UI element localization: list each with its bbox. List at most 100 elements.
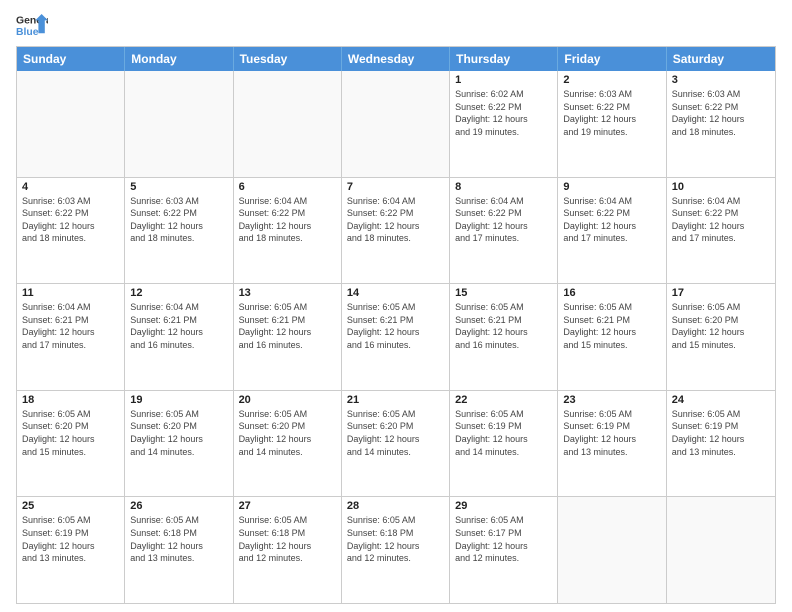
calendar-cell: 22 Sunrise: 6:05 AM Sunset: 6:19 PM Dayli…: [450, 391, 558, 497]
day-info: Sunrise: 6:05 AM Sunset: 6:20 PM Dayligh…: [672, 301, 770, 351]
calendar-cell: 2 Sunrise: 6:03 AM Sunset: 6:22 PM Daylig…: [558, 71, 666, 177]
calendar-row: 25 Sunrise: 6:05 AM Sunset: 6:19 PM Dayli…: [17, 496, 775, 603]
day-number: 26: [130, 500, 227, 512]
day-number: 14: [347, 287, 444, 299]
calendar-cell: 6Sunrise: 6:04 AM Sunset: 6:22 PM Daylig…: [234, 178, 342, 284]
calendar-cell: 1 Sunrise: 6:02 AM Sunset: 6:22 PM Daylig…: [450, 71, 558, 177]
calendar-header-cell: Monday: [125, 47, 233, 71]
day-number: 15: [455, 287, 552, 299]
day-number: 9: [563, 181, 660, 193]
day-info: Sunrise: 6:05 AM Sunset: 6:17 PM Dayligh…: [455, 514, 552, 564]
day-info: Sunrise: 6:02 AM Sunset: 6:22 PM Dayligh…: [455, 88, 552, 138]
day-info: Sunrise: 6:05 AM Sunset: 6:19 PM Dayligh…: [22, 514, 119, 564]
day-number: 20: [239, 394, 336, 406]
calendar-header-cell: Sunday: [17, 47, 125, 71]
calendar-header-cell: Tuesday: [234, 47, 342, 71]
calendar-cell: 5 Sunrise: 6:03 AM Sunset: 6:22 PM Daylig…: [125, 178, 233, 284]
calendar-cell: 8 Sunrise: 6:04 AM Sunset: 6:22 PM Daylig…: [450, 178, 558, 284]
day-info: Sunrise: 6:04 AM Sunset: 6:21 PM Dayligh…: [130, 301, 227, 351]
calendar-cell: 21 Sunrise: 6:05 AM Sunset: 6:20 PM Dayli…: [342, 391, 450, 497]
day-number: 7: [347, 181, 444, 193]
calendar-row: 18 Sunrise: 6:05 AM Sunset: 6:20 PM Dayli…: [17, 390, 775, 497]
day-info: Sunrise: 6:03 AM Sunset: 6:22 PM Dayligh…: [130, 195, 227, 245]
logo-icon: General Blue: [16, 12, 48, 40]
calendar-cell: 23 Sunrise: 6:05 AM Sunset: 6:19 PM Dayli…: [558, 391, 666, 497]
day-number: 22: [455, 394, 552, 406]
calendar-cell: 11 Sunrise: 6:04 AM Sunset: 6:21 PM Dayli…: [17, 284, 125, 390]
calendar-cell: [234, 71, 342, 177]
day-info: Sunrise: 6:05 AM Sunset: 6:19 PM Dayligh…: [563, 408, 660, 458]
day-number: 19: [130, 394, 227, 406]
calendar-cell: 7 Sunrise: 6:04 AM Sunset: 6:22 PM Daylig…: [342, 178, 450, 284]
calendar-cell: 3 Sunrise: 6:03 AM Sunset: 6:22 PM Daylig…: [667, 71, 775, 177]
calendar-row: 11 Sunrise: 6:04 AM Sunset: 6:21 PM Dayli…: [17, 283, 775, 390]
calendar-row: 1 Sunrise: 6:02 AM Sunset: 6:22 PM Daylig…: [17, 71, 775, 177]
page: General Blue SundayMondayTuesdayWednesda…: [0, 0, 792, 612]
day-number: 8: [455, 181, 552, 193]
calendar-cell: 14 Sunrise: 6:05 AM Sunset: 6:21 PM Dayli…: [342, 284, 450, 390]
day-info: Sunrise: 6:04 AM Sunset: 6:22 PM Dayligh…: [347, 195, 444, 245]
calendar-cell: 4 Sunrise: 6:03 AM Sunset: 6:22 PM Daylig…: [17, 178, 125, 284]
calendar-cell: 9 Sunrise: 6:04 AM Sunset: 6:22 PM Daylig…: [558, 178, 666, 284]
day-number: 11: [22, 287, 119, 299]
day-number: 5: [130, 181, 227, 193]
day-info: Sunrise: 6:05 AM Sunset: 6:18 PM Dayligh…: [130, 514, 227, 564]
day-number: 16: [563, 287, 660, 299]
day-number: 29: [455, 500, 552, 512]
calendar-cell: [125, 71, 233, 177]
day-info: Sunrise: 6:05 AM Sunset: 6:21 PM Dayligh…: [239, 301, 336, 351]
day-info: Sunrise: 6:03 AM Sunset: 6:22 PM Dayligh…: [563, 88, 660, 138]
calendar-cell: 16 Sunrise: 6:05 AM Sunset: 6:21 PM Dayli…: [558, 284, 666, 390]
day-info: Sunrise: 6:03 AM Sunset: 6:22 PM Dayligh…: [672, 88, 770, 138]
calendar-cell: [667, 497, 775, 603]
header: General Blue: [16, 12, 776, 40]
day-info: Sunrise: 6:05 AM Sunset: 6:19 PM Dayligh…: [672, 408, 770, 458]
day-info: Sunrise: 6:05 AM Sunset: 6:20 PM Dayligh…: [22, 408, 119, 458]
calendar-cell: 29 Sunrise: 6:05 AM Sunset: 6:17 PM Dayli…: [450, 497, 558, 603]
svg-text:Blue: Blue: [16, 27, 39, 38]
day-number: 2: [563, 74, 660, 86]
day-info: Sunrise: 6:04 AM Sunset: 6:21 PM Dayligh…: [22, 301, 119, 351]
day-info: Sunrise: 6:04 AM Sunset: 6:22 PM Dayligh…: [455, 195, 552, 245]
calendar-cell: 27 Sunrise: 6:05 AM Sunset: 6:18 PM Dayli…: [234, 497, 342, 603]
calendar-row: 4 Sunrise: 6:03 AM Sunset: 6:22 PM Daylig…: [17, 177, 775, 284]
calendar-cell: 24 Sunrise: 6:05 AM Sunset: 6:19 PM Dayli…: [667, 391, 775, 497]
day-number: 27: [239, 500, 336, 512]
calendar-cell: 15Sunrise: 6:05 AM Sunset: 6:21 PM Dayli…: [450, 284, 558, 390]
day-number: 18: [22, 394, 119, 406]
day-info: Sunrise: 6:05 AM Sunset: 6:21 PM Dayligh…: [563, 301, 660, 351]
day-number: 24: [672, 394, 770, 406]
day-info: Sunrise: 6:03 AM Sunset: 6:22 PM Dayligh…: [22, 195, 119, 245]
calendar-cell: 20 Sunrise: 6:05 AM Sunset: 6:20 PM Dayli…: [234, 391, 342, 497]
calendar-cell: [17, 71, 125, 177]
calendar-cell: 13 Sunrise: 6:05 AM Sunset: 6:21 PM Dayli…: [234, 284, 342, 390]
day-number: 1: [455, 74, 552, 86]
day-number: 3: [672, 74, 770, 86]
day-number: 10: [672, 181, 770, 193]
calendar-cell: [342, 71, 450, 177]
calendar-cell: 12 Sunrise: 6:04 AM Sunset: 6:21 PM Dayli…: [125, 284, 233, 390]
day-info: Sunrise: 6:05 AM Sunset: 6:21 PM Dayligh…: [347, 301, 444, 351]
calendar-body: 1 Sunrise: 6:02 AM Sunset: 6:22 PM Daylig…: [17, 71, 775, 603]
day-info: Sunrise: 6:05 AM Sunset: 6:20 PM Dayligh…: [347, 408, 444, 458]
day-info: Sunrise: 6:05 AM Sunset: 6:18 PM Dayligh…: [239, 514, 336, 564]
calendar-cell: 26 Sunrise: 6:05 AM Sunset: 6:18 PM Dayli…: [125, 497, 233, 603]
calendar: SundayMondayTuesdayWednesdayThursdayFrid…: [16, 46, 776, 604]
day-number: 25: [22, 500, 119, 512]
day-info: Sunrise: 6:05 AM Sunset: 6:19 PM Dayligh…: [455, 408, 552, 458]
day-number: 13: [239, 287, 336, 299]
calendar-cell: 25 Sunrise: 6:05 AM Sunset: 6:19 PM Dayli…: [17, 497, 125, 603]
day-number: 12: [130, 287, 227, 299]
calendar-cell: 10 Sunrise: 6:04 AM Sunset: 6:22 PM Dayli…: [667, 178, 775, 284]
day-number: 4: [22, 181, 119, 193]
calendar-header-cell: Thursday: [450, 47, 558, 71]
day-info: Sunrise: 6:04 AM Sunset: 6:22 PM Dayligh…: [672, 195, 770, 245]
day-number: 23: [563, 394, 660, 406]
day-number: 21: [347, 394, 444, 406]
calendar-cell: [558, 497, 666, 603]
day-info: Sunrise: 6:05 AM Sunset: 6:20 PM Dayligh…: [130, 408, 227, 458]
calendar-cell: 19 Sunrise: 6:05 AM Sunset: 6:20 PM Dayli…: [125, 391, 233, 497]
calendar-header: SundayMondayTuesdayWednesdayThursdayFrid…: [17, 47, 775, 71]
day-info: Sunrise: 6:04 AM Sunset: 6:22 PM Dayligh…: [563, 195, 660, 245]
day-info: Sunrise: 6:05 AM Sunset: 6:20 PM Dayligh…: [239, 408, 336, 458]
